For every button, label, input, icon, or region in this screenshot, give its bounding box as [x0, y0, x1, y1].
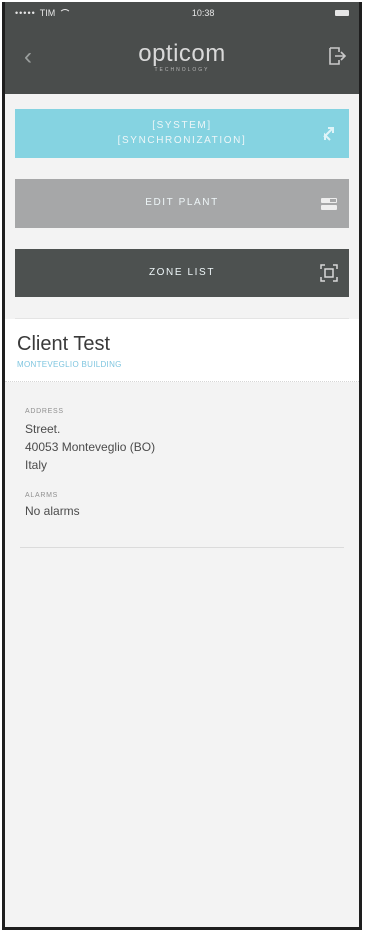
app-header: ••••• TIM 10:38 ‹ opticom TECHNOLOGY — [5, 2, 359, 94]
zone-list-label: ZONE LIST — [148, 266, 216, 278]
wifi-icon — [59, 9, 72, 17]
main-content: [SYSTEM] [SYNCHRONIZATION] EDIT PLANT ZO… — [5, 109, 359, 548]
sync-icon — [323, 126, 334, 141]
sync-button-line1: [SYSTEM] — [152, 120, 212, 131]
carrier-name: TIM — [39, 8, 56, 18]
status-bar: ••••• TIM 10:38 — [5, 2, 359, 24]
status-left: ••••• TIM — [15, 8, 72, 18]
chevron-left-icon: ‹ — [24, 43, 32, 70]
sync-button-label: [SYSTEM] [SYNCHRONIZATION] — [118, 119, 247, 148]
status-time: 10:38 — [191, 8, 215, 18]
client-card: Client Test MONTEVEGLIO BUILDING — [5, 319, 359, 382]
address-line2: 40053 Monteveglio (BO) — [25, 440, 156, 454]
navigation-bar: ‹ opticom TECHNOLOGY — [5, 24, 359, 94]
logout-icon[interactable] — [327, 46, 347, 66]
brand-subtitle: TECHNOLOGY — [154, 66, 210, 73]
alarms-value: No alarms — [25, 504, 80, 518]
edit-plant-icon — [321, 197, 337, 210]
sync-system-button[interactable]: [SYSTEM] [SYNCHRONIZATION] — [15, 109, 349, 158]
client-subtitle: MONTEVEGLIO BUILDING — [17, 360, 122, 369]
alarms-label: ALARMS — [25, 492, 58, 499]
address-line1: Street. — [25, 422, 61, 436]
client-details: ADDRESS Street. 40053 Monteveglio (BO) I… — [15, 382, 349, 548]
brand-logo: opticom TECHNOLOGY — [138, 40, 226, 73]
zone-list-icon — [320, 264, 338, 282]
brand-name: opticom — [138, 39, 226, 67]
address-line3: Italy — [25, 458, 48, 472]
signal-icon: ••••• — [15, 8, 36, 18]
details-divider — [20, 547, 344, 548]
zone-list-button[interactable]: ZONE LIST — [15, 249, 349, 297]
edit-plant-label: EDIT PLANT — [145, 197, 219, 209]
alarms-section: ALARMS No alarms — [25, 492, 339, 518]
back-button[interactable]: ‹ — [19, 42, 37, 72]
battery-icon — [334, 10, 349, 16]
edit-plant-button[interactable]: EDIT PLANT — [15, 179, 349, 228]
phone-frame: ••••• TIM 10:38 ‹ opticom TECHNOLOGY [SY… — [2, 2, 362, 930]
client-name: Client Test — [17, 333, 111, 355]
address-label: ADDRESS — [25, 408, 64, 415]
sync-button-line2: [SYNCHRONIZATION] — [117, 134, 247, 146]
